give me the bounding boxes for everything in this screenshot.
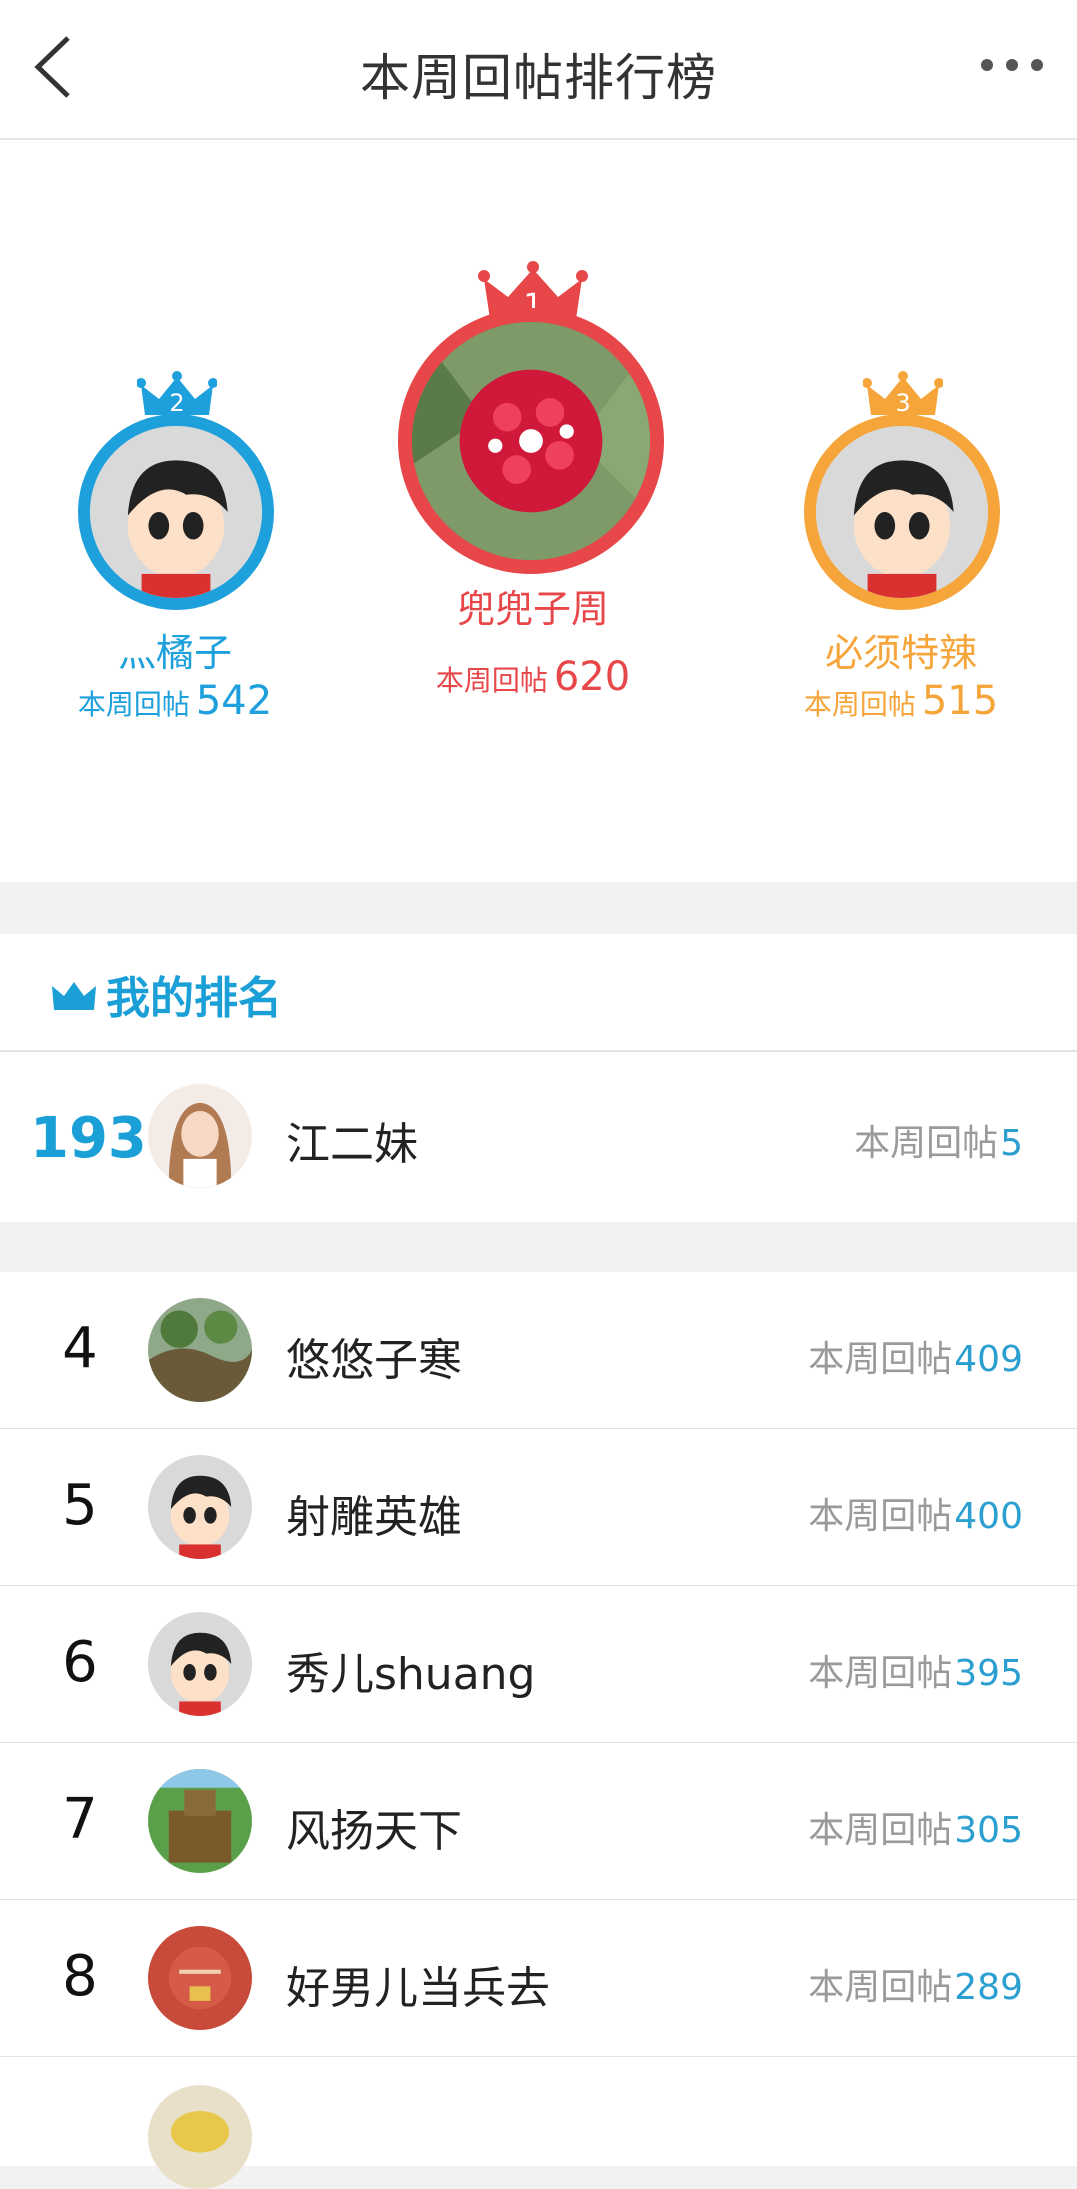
stat-label: 本周回帖 bbox=[435, 664, 548, 697]
stat-count: 289 bbox=[954, 1967, 1023, 2008]
user-name: 江二妹 bbox=[286, 1119, 418, 1170]
stat-count: 542 bbox=[195, 678, 273, 724]
stat-count: 515 bbox=[921, 678, 999, 724]
crown-rank-number: 3 bbox=[895, 389, 910, 417]
my-rank-heading: 我的排名 bbox=[106, 973, 282, 1024]
stat-label: 本周回帖 bbox=[808, 1810, 953, 1851]
podium-name: 必须特辣 bbox=[824, 631, 977, 675]
podium-rank-1[interactable]: 1 兜兜子周 bbox=[398, 260, 668, 631]
avatar[interactable] bbox=[148, 1926, 252, 2030]
crown-icon bbox=[52, 982, 96, 1010]
list-item[interactable] bbox=[0, 2057, 1077, 2189]
rank-number: 8 bbox=[62, 1944, 98, 2009]
stat-label: 本周回帖 bbox=[854, 1123, 999, 1164]
stat-label: 本周回帖 bbox=[808, 1653, 953, 1694]
user-name: 好男儿当兵去 bbox=[286, 1963, 550, 2014]
my-rank-row[interactable]: 193 江二妹 本周回帖5 bbox=[0, 1052, 1077, 1222]
rank-number: 4 bbox=[62, 1316, 98, 1381]
avatar[interactable] bbox=[148, 1084, 252, 1188]
my-rank-section-header: 我的排名 bbox=[0, 934, 1077, 1052]
top-bar: 本周回帖排行榜 bbox=[0, 0, 1077, 140]
podium-rank-1-stat: 本周回帖 620 bbox=[398, 654, 668, 704]
avatar[interactable] bbox=[148, 1769, 252, 1873]
avatar[interactable] bbox=[804, 414, 1000, 610]
stat-label: 本周回帖 bbox=[808, 1967, 953, 2008]
stat-count: 395 bbox=[954, 1653, 1023, 1694]
rank-number: 6 bbox=[62, 1630, 98, 1695]
list-item[interactable]: 8 好男儿当兵去 本周回帖289 bbox=[0, 1900, 1077, 2058]
podium-rank-2[interactable]: 2 灬橘子 bbox=[60, 370, 290, 675]
user-name: 射雕英雄 bbox=[286, 1492, 462, 1543]
stat-count: 620 bbox=[553, 654, 631, 700]
crown-rank-number: 2 bbox=[169, 389, 184, 417]
page-title: 本周回帖排行榜 bbox=[360, 49, 717, 107]
avatar[interactable] bbox=[398, 308, 664, 574]
rank-number: 7 bbox=[62, 1787, 98, 1852]
podium-name: 灬橘子 bbox=[117, 631, 232, 675]
my-rank-number: 193 bbox=[30, 1106, 147, 1171]
more-dots-icon[interactable] bbox=[977, 50, 1047, 80]
stat-label: 本周回帖 bbox=[808, 1496, 953, 1537]
avatar[interactable] bbox=[148, 1612, 252, 1716]
avatar[interactable] bbox=[148, 1455, 252, 1559]
podium-rank-3-stat: 本周回帖 515 bbox=[786, 678, 1016, 728]
podium-rank-3[interactable]: 3 必须特辣 bbox=[786, 370, 1016, 675]
stat-label: 本周回帖 bbox=[803, 688, 916, 721]
stat-count: 305 bbox=[954, 1810, 1023, 1851]
rank-number: 5 bbox=[62, 1473, 98, 1538]
stat-label: 本周回帖 bbox=[77, 688, 190, 721]
list-item[interactable]: 7 风扬天下 本周回帖305 bbox=[0, 1743, 1077, 1901]
podium-rank-2-stat: 本周回帖 542 bbox=[60, 678, 290, 728]
list-item[interactable]: 6 秀儿shuang 本周回帖395 bbox=[0, 1586, 1077, 1744]
avatar[interactable] bbox=[148, 2085, 252, 2189]
list-item[interactable]: 4 悠悠子寒 本周回帖409 bbox=[0, 1272, 1077, 1430]
stat-count: 5 bbox=[1000, 1123, 1023, 1164]
podium-name: 兜兜子周 bbox=[456, 587, 609, 631]
avatar[interactable] bbox=[78, 414, 274, 610]
stat-count: 409 bbox=[954, 1339, 1023, 1380]
top-three-podium: 2 灬橘子 本周回帖 542 1 兜兜子周 本周回帖 620 3 必须特辣 本周… bbox=[0, 140, 1077, 882]
list-item[interactable]: 5 射雕英雄 本周回帖400 bbox=[0, 1429, 1077, 1587]
avatar[interactable] bbox=[148, 1298, 252, 1402]
stat-count: 400 bbox=[954, 1496, 1023, 1537]
stat-label: 本周回帖 bbox=[808, 1339, 953, 1380]
user-name: 秀儿shuang bbox=[286, 1649, 536, 1700]
user-name: 悠悠子寒 bbox=[286, 1335, 462, 1386]
user-name: 风扬天下 bbox=[286, 1806, 462, 1857]
